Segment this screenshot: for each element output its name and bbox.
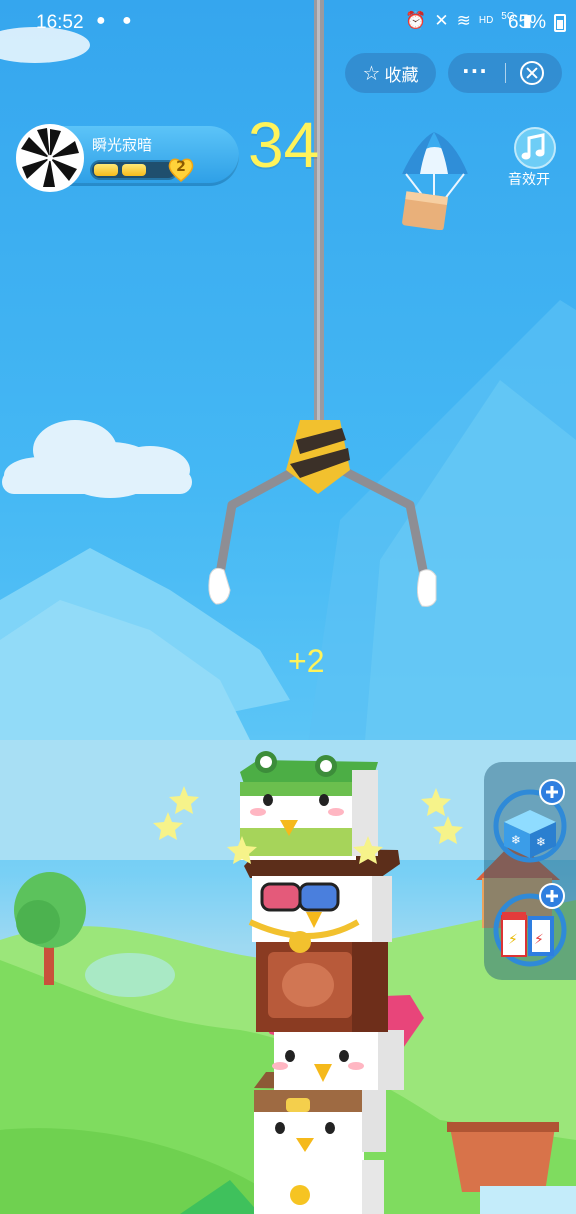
- star-icon: ☆: [362, 61, 381, 85]
- wechat-notification-icon: ●: [122, 12, 132, 29]
- wifi-icon: ≋: [456, 11, 471, 30]
- alarm-icon: ⏰: [405, 11, 427, 30]
- mute-icon: ✕: [434, 11, 449, 30]
- avatar[interactable]: [16, 124, 84, 192]
- xp-progress-bar: [90, 160, 178, 180]
- svg-text:❄: ❄: [536, 835, 546, 849]
- xp-segment: [122, 164, 146, 176]
- battery-percent: 65%: [507, 12, 546, 33]
- tower-block-frog: [240, 751, 378, 860]
- powerup-panel: ❄ ❄ ⚡ ⚡: [484, 762, 576, 980]
- status-time: 16:52: [36, 12, 84, 33]
- more-button[interactable]: ···: [462, 59, 488, 83]
- player-level: 2: [176, 159, 186, 175]
- xp-segment: [94, 164, 118, 176]
- tower-block-bottom: [254, 1150, 384, 1214]
- status-bar: 16:52 ● ● ⏰ ✕ ≋ HD 5G ▮ 65%: [0, 0, 576, 42]
- favorite-label: 收藏: [384, 65, 419, 86]
- player-name: 瞬光寂暗: [92, 136, 153, 154]
- wechat-notification-icon: ●: [96, 12, 106, 29]
- score-counter: 34: [248, 109, 320, 181]
- freeze-powerup-button[interactable]: ❄ ❄: [492, 778, 576, 868]
- close-icon[interactable]: [520, 61, 544, 85]
- svg-text:⚡: ⚡: [534, 932, 544, 948]
- favorite-button[interactable]: ☆ 收藏: [345, 53, 436, 93]
- lightning-icon: ⚡: [508, 932, 518, 948]
- sound-label: 音效开: [508, 172, 550, 188]
- battery-icon: [554, 14, 566, 32]
- bonus-popup: +2: [288, 643, 325, 679]
- tower-block-chest: [256, 940, 388, 1032]
- snowflake-icon: ❄: [511, 833, 521, 847]
- hd-label: HD: [478, 15, 494, 26]
- capsule-divider: [505, 63, 506, 83]
- capsule-menu: ···: [448, 53, 562, 93]
- energy-powerup-button[interactable]: ⚡ ⚡: [492, 882, 576, 972]
